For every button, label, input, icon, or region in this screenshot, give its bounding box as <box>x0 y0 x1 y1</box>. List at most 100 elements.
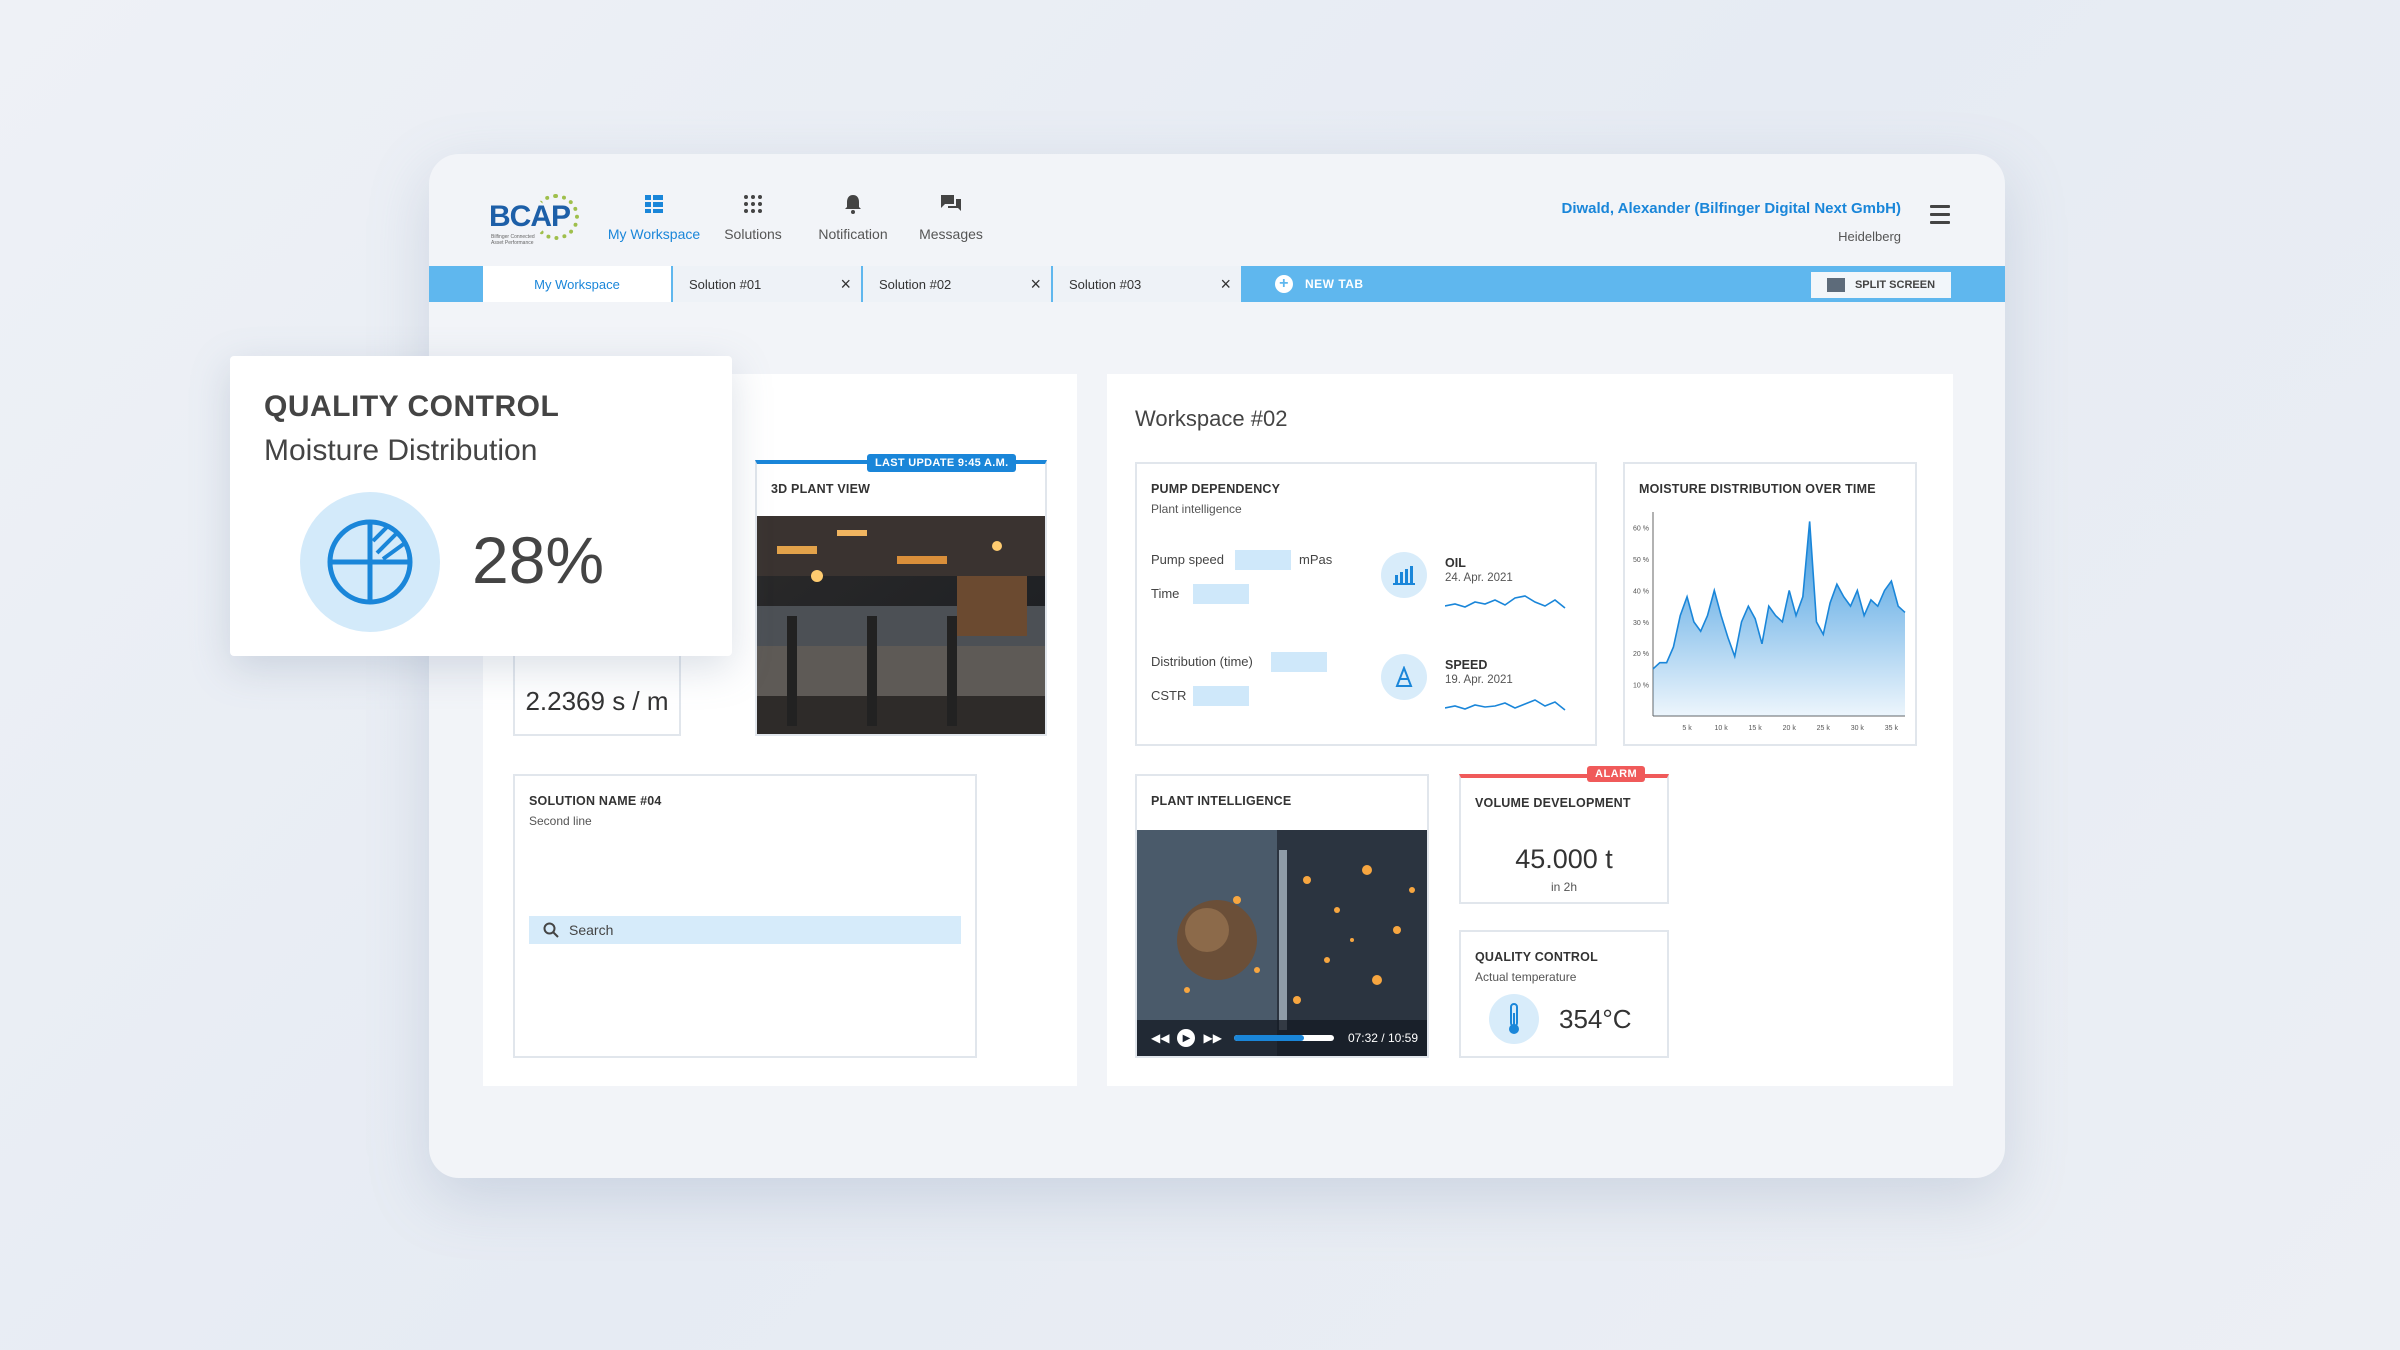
y-tick-label: 20 % <box>1633 651 1649 658</box>
field-distribution-label: Distribution (time) <box>1151 654 1253 669</box>
chat-icon <box>939 192 963 216</box>
new-tab-button[interactable]: + NEW TAB <box>1275 266 1364 302</box>
field-cstr-input[interactable] <box>1193 686 1249 706</box>
plant-intelligence-card[interactable]: PLANT INTELLIGENCE ◀◀ ▶ ▶▶ 07:32 / 10:59 <box>1135 774 1429 1058</box>
plant-view-card[interactable]: 3D PLANT VIEW <box>755 460 1047 736</box>
field-time-input[interactable] <box>1193 584 1249 604</box>
x-tick-label: 5 k <box>1682 725 1692 732</box>
tab-solution-01[interactable]: Solution #01 × <box>673 266 861 302</box>
pump-subtitle: Plant intelligence <box>1151 502 1242 516</box>
video-progress[interactable] <box>1233 1035 1334 1041</box>
close-icon[interactable]: × <box>1030 274 1041 295</box>
plant-view-title: 3D PLANT VIEW <box>771 482 871 496</box>
nav-solutions[interactable]: Solutions <box>703 192 803 242</box>
search-input[interactable]: Search <box>529 916 961 944</box>
user-info[interactable]: Diwald, Alexander (Bilfinger Digital Nex… <box>1562 200 1902 244</box>
chart-title: MOISTURE DISTRIBUTION OVER TIME <box>1639 482 1876 496</box>
user-location: Heidelberg <box>1838 229 1901 244</box>
field-time-label: Time <box>1151 586 1180 601</box>
metric-speed-name: SPEED <box>1445 658 1488 672</box>
popup-value: 28% <box>472 523 605 597</box>
plant-image <box>757 516 1045 734</box>
close-icon[interactable]: × <box>840 274 851 295</box>
tab-label: Solution #02 <box>879 276 952 292</box>
moisture-chart-card[interactable]: MOISTURE DISTRIBUTION OVER TIME 60 % 50 %… <box>1623 462 1917 746</box>
field-cstr-label: CSTR <box>1151 688 1187 703</box>
app-window: BCAP Bilfinger Connected Asset Performan… <box>429 154 2005 1178</box>
split-screen-icon <box>1826 278 1845 292</box>
nav-messages[interactable]: Messages <box>901 192 1001 242</box>
video-progress-fill <box>1233 1035 1304 1041</box>
x-tick-label: 35 k <box>1885 725 1899 732</box>
quality-temp-card[interactable]: QUALITY CONTROL Actual temperature 354°C <box>1459 930 1669 1058</box>
plus-icon: + <box>1275 275 1293 293</box>
bcap-logo[interactable]: BCAP Bilfinger Connected Asset Performan… <box>489 190 589 250</box>
solution-card[interactable]: SOLUTION NAME #04 Second line Search <box>513 774 977 1058</box>
volume-sub: in 2h <box>1550 880 1578 894</box>
rate-value: 2.2369 s / m <box>525 686 669 716</box>
tab-my-workspace[interactable]: My Workspace <box>483 266 671 302</box>
nav-my-workspace[interactable]: My Workspace <box>604 192 704 276</box>
new-tab-label: NEW TAB <box>1305 277 1364 291</box>
x-tick-label: 20 k <box>1783 725 1797 732</box>
tab-label: My Workspace <box>534 276 620 292</box>
nav-label: My Workspace <box>607 226 701 242</box>
user-name: Diwald, Alexander (Bilfinger Digital Nex… <box>1561 200 1902 217</box>
close-icon[interactable]: × <box>1220 274 1231 295</box>
field-pump-speed-input[interactable] <box>1235 550 1291 570</box>
oil-sparkline <box>1445 595 1566 609</box>
alarm-badge: ALARM <box>1587 766 1646 782</box>
logo-tagline: Bilfinger Connected Asset Performance <box>491 234 535 246</box>
moisture-chart: 60 % 50 % 40 % 30 % 20 % 10 % 5 k 10 k 15 k 20 k 2… <box>1633 512 1906 732</box>
play-icon[interactable]: ▶ <box>1177 1029 1196 1047</box>
rewind-icon[interactable]: ◀◀ <box>1151 1031 1169 1045</box>
search-icon <box>543 922 559 938</box>
y-tick-label: 40 % <box>1633 588 1649 595</box>
y-tick-label: 30 % <box>1633 620 1649 627</box>
tab-label: Solution #03 <box>1069 276 1142 292</box>
x-tick-label: 15 k <box>1749 725 1763 732</box>
nav-label: Notification <box>818 226 888 242</box>
volume-value: 45.000 t <box>1515 844 1613 874</box>
field-distribution-input[interactable] <box>1271 652 1327 672</box>
volume-card[interactable]: VOLUME DEVELOPMENT 45.000 t in 2h <box>1459 774 1669 904</box>
tab-bar: My Workspace Solution #01 × Solution #02… <box>429 266 2005 302</box>
x-tick-label: 25 k <box>1817 725 1831 732</box>
metric-oil-name: OIL <box>1445 556 1466 570</box>
popup-subtitle: Moisture Distribution <box>264 434 538 467</box>
speed-icon <box>1381 654 1427 700</box>
last-update-badge: LAST UPDATE 9:45 A.M. <box>867 454 1017 472</box>
x-tick-label: 10 k <box>1714 725 1728 732</box>
right-workspace-panel: Workspace #02 PUMP DEPENDENCY Plant inte… <box>1107 374 1953 1086</box>
popup-title: QUALITY CONTROL <box>264 390 560 423</box>
split-screen-button[interactable]: SPLIT SCREEN <box>1811 272 1951 298</box>
volume-title: VOLUME DEVELOPMENT <box>1475 796 1631 810</box>
pump-dependency-card[interactable]: PUMP DEPENDENCY Plant intelligence Pump … <box>1135 462 1597 746</box>
bell-icon <box>841 192 865 216</box>
thermometer-icon <box>1489 994 1539 1044</box>
pump-title: PUMP DEPENDENCY <box>1151 482 1281 496</box>
nav-notification[interactable]: Notification <box>803 192 903 242</box>
fast-forward-icon[interactable]: ▶▶ <box>1203 1031 1221 1045</box>
workspace-title: Workspace #02 <box>1135 406 1288 431</box>
y-tick-label: 60 % <box>1633 526 1649 533</box>
nav-label: Messages <box>919 226 983 242</box>
quality-temp-subtitle: Actual temperature <box>1475 970 1577 984</box>
plant-intelligence-title: PLANT INTELLIGENCE <box>1151 794 1292 808</box>
workspace-icon <box>642 192 666 216</box>
x-tick-label: 30 k <box>1851 725 1865 732</box>
logo-text: BCAP <box>489 200 571 233</box>
tab-label: Solution #01 <box>689 276 762 292</box>
menu-icon[interactable] <box>1930 205 1950 229</box>
tab-solution-02[interactable]: Solution #02 × <box>863 266 1051 302</box>
video-time: 07:32 / 10:59 <box>1347 1031 1418 1045</box>
quality-control-popup[interactable]: QUALITY CONTROL Moisture Distribution 28… <box>230 356 732 656</box>
pie-chart-icon <box>300 492 440 632</box>
metric-speed-date: 19. Apr. 2021 <box>1445 674 1513 686</box>
y-tick-label: 10 % <box>1633 683 1649 690</box>
search-placeholder: Search <box>569 922 614 938</box>
video-player[interactable]: ◀◀ ▶ ▶▶ 07:32 / 10:59 <box>1137 830 1427 1056</box>
solution-subtitle: Second line <box>529 814 592 828</box>
quality-temp-title: QUALITY CONTROL <box>1475 950 1598 964</box>
tab-solution-03[interactable]: Solution #03 × <box>1053 266 1241 302</box>
